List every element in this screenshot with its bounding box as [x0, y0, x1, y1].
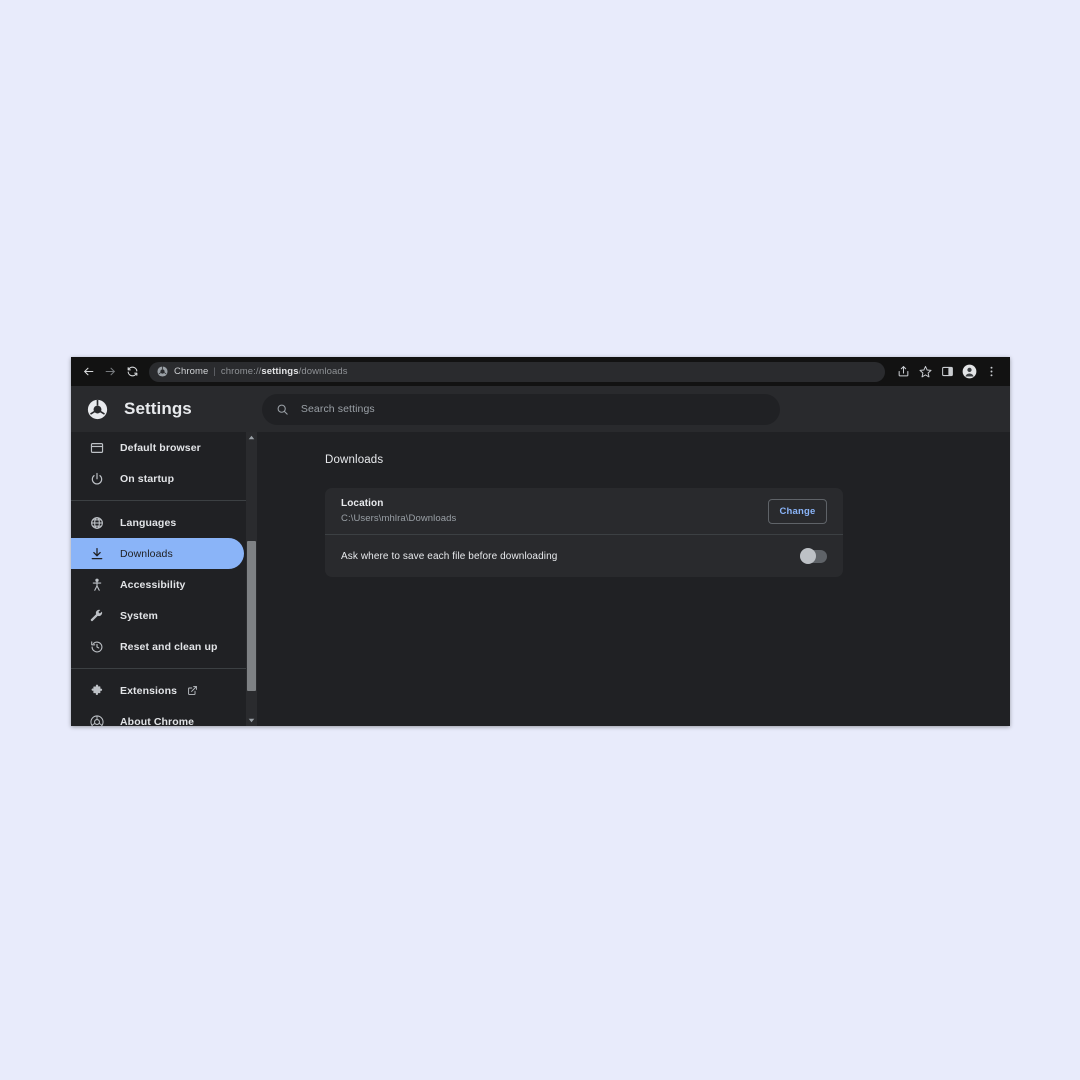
sidebar-item-about-chrome[interactable]: About Chrome — [71, 706, 244, 726]
sidebar-divider — [71, 668, 257, 669]
sidebar-item-label: About Chrome — [120, 715, 195, 727]
sidebar-item-label: Languages — [120, 516, 177, 529]
omnibox-url-suffix: /downloads — [298, 366, 348, 377]
sidebar-item-reset-and-clean-up[interactable]: Reset and clean up — [71, 631, 244, 662]
accessibility-icon — [88, 576, 106, 594]
external-link-icon — [187, 685, 198, 696]
profile-avatar-icon[interactable] — [959, 361, 980, 382]
sidebar-item-label: Accessibility — [120, 578, 186, 591]
sidebar-item-extensions[interactable]: Extensions — [71, 675, 244, 706]
sidebar-item-downloads[interactable]: Downloads — [71, 538, 244, 569]
more-menu-icon[interactable] — [981, 361, 1002, 382]
share-icon[interactable] — [893, 361, 914, 382]
page-title: Settings — [124, 399, 192, 418]
toggle-knob — [800, 548, 816, 564]
bookmark-star-icon[interactable] — [915, 361, 936, 382]
browser-window-icon — [88, 439, 106, 457]
sidebar-item-label: On startup — [120, 472, 175, 485]
omnibox[interactable]: Chrome | chrome://settings/downloads — [149, 361, 885, 382]
settings-body: Default browser On startup Languages Dow… — [71, 432, 1010, 726]
omnibox-separator: | — [213, 366, 216, 377]
browser-window: Chrome | chrome://settings/downloads Set… — [71, 357, 1010, 726]
ask-where-to-save-row: Ask where to save each file before downl… — [325, 535, 843, 577]
globe-icon — [88, 514, 106, 532]
chrome-logo-icon — [87, 399, 108, 420]
section-heading-downloads: Downloads — [325, 454, 384, 466]
ask-where-to-save-toggle[interactable] — [800, 548, 827, 564]
sidebar-item-label: System — [120, 609, 158, 622]
power-icon — [88, 470, 106, 488]
downloads-settings-card: Location C:\Users\mhlra\Downloads Change… — [325, 488, 843, 577]
sidebar-item-languages[interactable]: Languages — [71, 507, 244, 538]
scroll-up-arrow-icon[interactable] — [246, 432, 257, 443]
browser-toolbar: Chrome | chrome://settings/downloads — [71, 357, 1010, 386]
search-settings-box[interactable] — [261, 393, 780, 425]
omnibox-url-highlight: settings — [261, 366, 299, 377]
omnibox-app-label: Chrome — [174, 366, 209, 377]
wrench-icon — [88, 607, 106, 625]
back-arrow-icon[interactable] — [77, 361, 99, 383]
history-restore-icon — [88, 638, 106, 656]
download-location-label: Location — [341, 498, 384, 509]
sidebar-item-label: Reset and clean up — [120, 640, 218, 653]
reload-icon[interactable] — [121, 361, 143, 383]
sidebar-item-system[interactable]: System — [71, 600, 244, 631]
settings-header: Settings — [71, 386, 1010, 432]
chrome-logo-icon — [88, 713, 106, 726]
scrollbar-thumb[interactable] — [247, 541, 256, 691]
side-panel-icon[interactable] — [937, 361, 958, 382]
ask-where-to-save-label: Ask where to save each file before downl… — [341, 550, 558, 562]
sidebar-item-label: Downloads — [120, 547, 173, 560]
scrollbar-track[interactable] — [246, 443, 257, 715]
settings-main-content: Downloads Location C:\Users\mhlra\Downlo… — [257, 432, 1010, 726]
download-icon — [88, 545, 106, 563]
change-location-button[interactable]: Change — [768, 498, 827, 524]
forward-arrow-icon[interactable] — [99, 361, 121, 383]
sidebar-item-label: Default browser — [120, 441, 201, 454]
sidebar-item-on-startup[interactable]: On startup — [71, 463, 244, 494]
omnibox-url-prefix: chrome:// — [220, 366, 262, 377]
toolbar-actions — [893, 361, 1002, 382]
download-location-text: Location C:\Users\mhlra\Downloads — [341, 498, 768, 524]
sidebar-divider — [71, 500, 257, 501]
download-location-path: C:\Users\mhlra\Downloads — [341, 513, 457, 524]
search-icon — [276, 403, 289, 416]
sidebar-scroll-area: Default browser On startup Languages Dow… — [71, 432, 257, 726]
settings-sidebar: Default browser On startup Languages Dow… — [71, 432, 257, 726]
sidebar-item-accessibility[interactable]: Accessibility — [71, 569, 244, 600]
chrome-logo-icon — [157, 366, 168, 377]
omnibox-url: chrome://settings/downloads — [221, 366, 348, 377]
search-input[interactable] — [300, 403, 766, 415]
sidebar-item-label: Extensions — [120, 684, 178, 697]
download-location-row: Location C:\Users\mhlra\Downloads Change — [325, 488, 843, 534]
sidebar-scrollbar[interactable] — [246, 432, 257, 726]
sidebar-item-default-browser[interactable]: Default browser — [71, 432, 244, 463]
puzzle-piece-icon — [88, 682, 106, 700]
scroll-down-arrow-icon[interactable] — [246, 715, 257, 726]
